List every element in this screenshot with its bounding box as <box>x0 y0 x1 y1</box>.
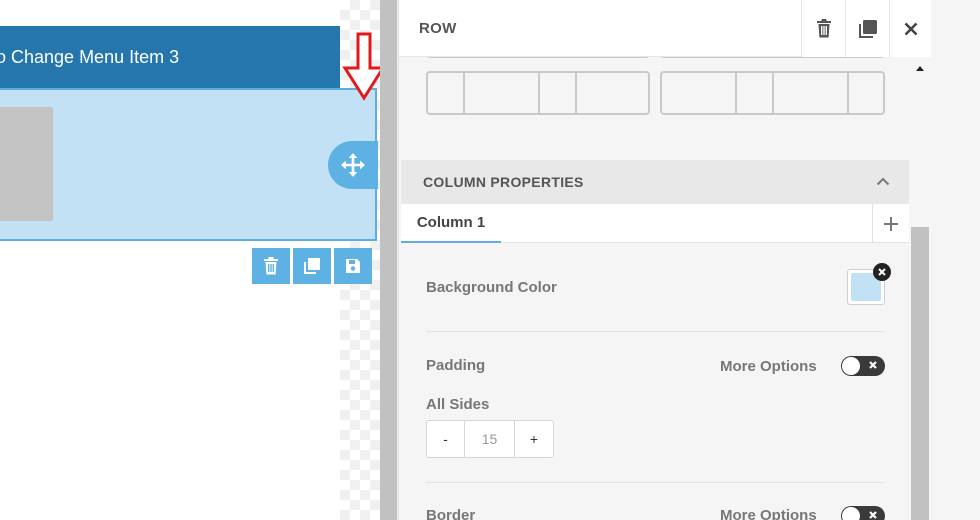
floppy-icon <box>346 259 360 273</box>
decrement-button[interactable]: - <box>427 421 465 457</box>
all-sides-label: All Sides <box>426 396 490 413</box>
layout-cell <box>737 73 774 113</box>
menu-bar-row[interactable]: o Change Menu Item 3 <box>0 26 340 88</box>
close-panel-button[interactable] <box>889 0 931 57</box>
column-duplicate-button[interactable] <box>293 248 331 284</box>
padding-label: Padding <box>426 357 486 374</box>
selected-column[interactable] <box>0 88 377 241</box>
row-properties-panel: COLUMN PROPERTIES Column 1 Background Co… <box>398 0 980 520</box>
column-save-button[interactable] <box>334 248 372 284</box>
chevron-up-icon[interactable] <box>876 177 890 186</box>
add-column-button[interactable] <box>872 204 909 243</box>
close-icon <box>869 511 877 519</box>
layout-cell <box>465 73 540 113</box>
image-placeholder[interactable] <box>0 107 53 221</box>
trash-icon <box>264 257 278 275</box>
close-icon <box>869 361 877 369</box>
plus-icon <box>884 216 898 231</box>
canvas-top-strip <box>0 0 340 26</box>
row-duplicate-button[interactable] <box>845 0 889 57</box>
layout-cell <box>540 73 577 113</box>
panel-title: ROW <box>419 20 457 37</box>
layout-option-2[interactable] <box>660 71 885 115</box>
layout-cell <box>662 73 737 113</box>
layout-option-1[interactable] <box>426 71 650 115</box>
border-more-options-toggle[interactable] <box>841 506 885 520</box>
trash-icon <box>816 19 831 38</box>
column-delete-button[interactable] <box>252 248 290 284</box>
column-tabs: Column 1 <box>401 204 909 243</box>
panel-scrollbar-thumb[interactable] <box>911 227 929 520</box>
border-label: Border <box>426 507 476 520</box>
scroll-up-arrow-icon[interactable] <box>916 66 924 71</box>
padding-more-options-toggle[interactable] <box>841 356 885 376</box>
close-icon <box>904 22 917 35</box>
layout-cell <box>428 73 465 113</box>
padding-value-input[interactable]: 15 <box>465 421 515 457</box>
divider <box>426 482 884 483</box>
increment-button[interactable]: + <box>515 421 553 457</box>
canvas-scrollbar-thumb[interactable] <box>380 0 397 520</box>
padding-more-options-label: More Options <box>720 358 817 375</box>
layout-cell <box>774 73 849 113</box>
background-color-label: Background Color <box>426 279 557 296</box>
duplicate-icon <box>858 19 877 38</box>
builder-canvas: o Change Menu Item 3 <box>0 0 398 520</box>
column-properties-title: COLUMN PROPERTIES <box>423 174 584 190</box>
menu-bar-text: o Change Menu Item 3 <box>0 47 180 67</box>
padding-stepper: - 15 + <box>426 420 554 458</box>
duplicate-icon <box>304 258 320 274</box>
move-arrows-icon <box>341 153 365 177</box>
column-properties-header[interactable]: COLUMN PROPERTIES <box>401 160 909 204</box>
tab-column-1[interactable]: Column 1 <box>401 204 501 243</box>
toggle-knob <box>842 357 860 375</box>
close-icon <box>878 268 886 276</box>
border-more-options-label: More Options <box>720 507 817 520</box>
row-delete-button[interactable] <box>801 0 845 57</box>
panel-header: ROW <box>399 0 931 57</box>
clear-color-button[interactable] <box>873 263 891 281</box>
move-handle[interactable] <box>328 141 378 189</box>
toggle-knob <box>842 507 860 520</box>
divider <box>426 331 884 332</box>
